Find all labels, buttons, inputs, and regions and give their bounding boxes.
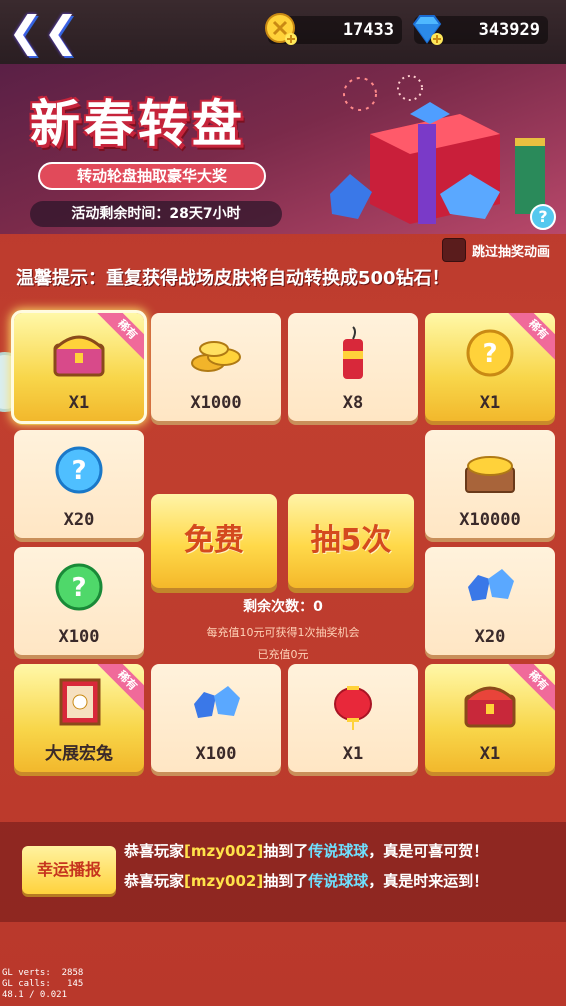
remaining-draws: 剩余次数：0 xyxy=(243,599,323,615)
prize-label: X1 xyxy=(479,393,501,413)
diamonds-icon xyxy=(468,569,514,601)
coin-chest-icon xyxy=(465,456,515,493)
coin-amount: 17433 xyxy=(342,20,394,40)
back-arrow-icon[interactable]: ❮❮ xyxy=(8,8,78,56)
broadcast-item: 传说球球 xyxy=(308,842,369,860)
gem-counter: 343929 xyxy=(412,15,548,45)
prize-label: X1 xyxy=(68,393,90,413)
svg-text:?: ? xyxy=(482,339,497,369)
prize-slot[interactable]: X1000 xyxy=(151,313,281,421)
mystery-ball-icon: ? xyxy=(466,329,514,377)
warm-tip: 温馨提示：重复获得战场皮肤将自动转换成500钻石！ xyxy=(16,268,450,289)
recharged-amount: 已充值0元 xyxy=(257,648,309,661)
broadcast-mid: 抽到了 xyxy=(263,842,309,860)
red-chest-icon xyxy=(464,686,516,728)
prize-label: X20 xyxy=(474,627,506,647)
prize-slot[interactable]: X10000 xyxy=(425,430,555,538)
svg-text:?: ? xyxy=(71,573,86,603)
help-icon[interactable]: ? xyxy=(530,204,556,230)
gold-coins-icon xyxy=(191,341,241,372)
event-banner: 新春转盘 转动轮盘抽取豪华大奖 活动剩余时间：28天7小时 ? xyxy=(0,64,566,234)
banner-subtitle: 转动轮盘抽取豪华大奖 xyxy=(38,162,266,190)
diamond-icon xyxy=(412,15,443,45)
prize-slot[interactable]: X8 xyxy=(288,313,418,421)
prize-label: X10000 xyxy=(459,510,521,530)
prize-slot[interactable]: 稀有 大展宏兔 xyxy=(14,664,144,772)
rabbit-frame-icon xyxy=(59,678,101,726)
skip-animation-checkbox[interactable] xyxy=(442,238,466,262)
broadcast-line: 恭喜玩家[mzy002]抽到了传说球球，真是可喜可贺！ xyxy=(124,840,488,861)
prize-slot[interactable]: 稀有 X1 xyxy=(11,310,147,424)
broadcast-item: 传说球球 xyxy=(308,872,369,890)
prize-label: X100 xyxy=(58,627,100,647)
coin-icon xyxy=(265,13,297,45)
prize-label: X1000 xyxy=(190,393,242,413)
debug-overlay: GL verts: 2858 GL calls: 145 48.1 / 0.02… xyxy=(2,968,84,1000)
broadcast-prefix: 恭喜玩家 xyxy=(124,872,185,890)
prize-label: X1 xyxy=(479,744,501,764)
top-bar: ❮❮ 17433 343929 xyxy=(0,0,566,64)
broadcast-player: [mzy002] xyxy=(184,842,264,860)
banner-gift-icon xyxy=(330,75,545,224)
banner-title: 新春转盘 xyxy=(30,95,246,153)
broadcast-suffix: ，真是可喜可贺！ xyxy=(368,842,489,860)
broadcast-mid: 抽到了 xyxy=(263,872,309,890)
broadcast-player: [mzy002] xyxy=(184,872,264,890)
broadcast-suffix: ，真是时来运到！ xyxy=(368,872,489,890)
green-ball-icon: ? xyxy=(55,563,103,611)
prize-label: X8 xyxy=(342,393,364,413)
lantern-icon xyxy=(334,686,372,730)
prize-slot[interactable]: X20 xyxy=(425,547,555,655)
treasure-chest-icon xyxy=(53,335,105,377)
prize-label: X1 xyxy=(342,744,364,764)
coin-counter: 17433 xyxy=(265,13,402,45)
lucky-broadcast-button[interactable]: 幸运播报 xyxy=(22,846,116,894)
prize-slot[interactable]: X1 xyxy=(288,664,418,772)
prize-label: 大展宏兔 xyxy=(45,744,113,764)
broadcast-prefix: 恭喜玩家 xyxy=(124,842,185,860)
gem-amount: 343929 xyxy=(478,20,540,40)
prize-slot[interactable]: X100 xyxy=(151,664,281,772)
blue-ball-icon: ? xyxy=(55,446,103,494)
prize-label: X100 xyxy=(195,744,237,764)
recharge-rule: 每充值10元可获得1次抽奖机会 xyxy=(206,626,360,639)
event-time-left: 活动剩余时间：28天7小时 xyxy=(30,201,282,227)
prize-slot[interactable]: ? 稀有 X1 xyxy=(425,313,555,421)
free-draw-button[interactable]: 免费 xyxy=(151,494,277,588)
skip-animation-label: 跳过抽奖动画 xyxy=(472,245,551,260)
diamonds-icon xyxy=(194,686,240,718)
prize-slot[interactable]: ? X100 xyxy=(14,547,144,655)
firecracker-icon xyxy=(343,326,363,379)
draw-5-button[interactable]: 抽5次 xyxy=(288,494,414,588)
svg-text:?: ? xyxy=(71,456,86,486)
prize-slot[interactable]: 稀有 X1 xyxy=(425,664,555,772)
broadcast-line: 恭喜玩家[mzy002]抽到了传说球球，真是时来运到！ xyxy=(124,870,488,891)
prize-label: X20 xyxy=(63,510,95,530)
prize-slot[interactable]: ? X20 xyxy=(14,430,144,538)
